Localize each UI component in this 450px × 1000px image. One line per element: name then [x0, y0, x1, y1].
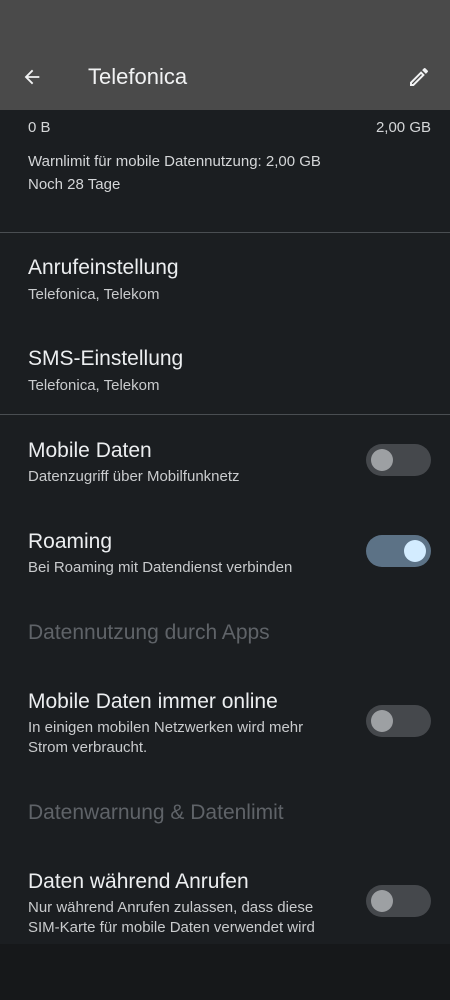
settings-list[interactable]: 0 B 2,00 GB Warnlimit für mobile Datennu…: [0, 110, 450, 944]
call-setting-title: Anrufeinstellung: [28, 256, 179, 279]
call-setting-subtitle: Telefonica, Telekom: [28, 286, 160, 303]
usage-scale: 0 B 2,00 GB: [28, 119, 431, 136]
edit-button[interactable]: [406, 64, 432, 90]
toggle-knob: [404, 540, 426, 562]
data-during-calls-subtitle-line2: SIM-Karte für mobile Daten verwendet wir…: [28, 919, 315, 936]
always-online-title: Mobile Daten immer online: [28, 690, 278, 713]
data-during-calls-title: Daten während Anrufen: [28, 870, 249, 893]
arrow-left-icon: [24, 69, 40, 85]
divider: [0, 232, 450, 233]
pencil-icon: [410, 67, 429, 86]
days-left-text: Noch 28 Tage: [28, 176, 121, 193]
section-header-warning-limit: Datenwarnung & Datenlimit: [28, 801, 284, 824]
data-during-calls-toggle[interactable]: [366, 885, 431, 917]
usage-min-label: 0 B: [28, 119, 51, 136]
divider: [0, 414, 450, 415]
mobile-data-subtitle: Datenzugriff über Mobilfunknetz: [28, 468, 240, 485]
data-during-calls-subtitle-line1: Nur während Anrufen zulassen, dass diese: [28, 899, 314, 916]
toggle-knob: [371, 710, 393, 732]
roaming-subtitle: Bei Roaming mit Datendienst verbinden: [28, 559, 293, 576]
data-warning-text: Warnlimit für mobile Datennutzung: 2,00 …: [28, 153, 321, 170]
toggle-knob: [371, 449, 393, 471]
always-online-subtitle-line2: Strom verbraucht.: [28, 739, 148, 756]
always-online-subtitle-line1: In einigen mobilen Netzwerken wird mehr: [28, 719, 304, 736]
always-online-toggle[interactable]: [366, 705, 431, 737]
status-bar: [0, 0, 450, 42]
section-header-app-usage: Datennutzung durch Apps: [28, 621, 270, 644]
back-button[interactable]: [18, 63, 46, 91]
page-title: Telefonica: [88, 64, 188, 89]
app-bar: Telefonica: [0, 42, 450, 110]
toggle-knob: [371, 890, 393, 912]
navigation-bar: [0, 944, 450, 1000]
roaming-title: Roaming: [28, 530, 113, 553]
usage-max-label: 2,00 GB: [375, 119, 431, 136]
mobile-data-toggle[interactable]: [366, 444, 431, 476]
sms-setting-title: SMS-Einstellung: [28, 347, 184, 370]
roaming-toggle[interactable]: [366, 535, 431, 567]
sms-setting-subtitle: Telefonica, Telekom: [28, 377, 160, 394]
mobile-data-title: Mobile Daten: [28, 439, 152, 462]
